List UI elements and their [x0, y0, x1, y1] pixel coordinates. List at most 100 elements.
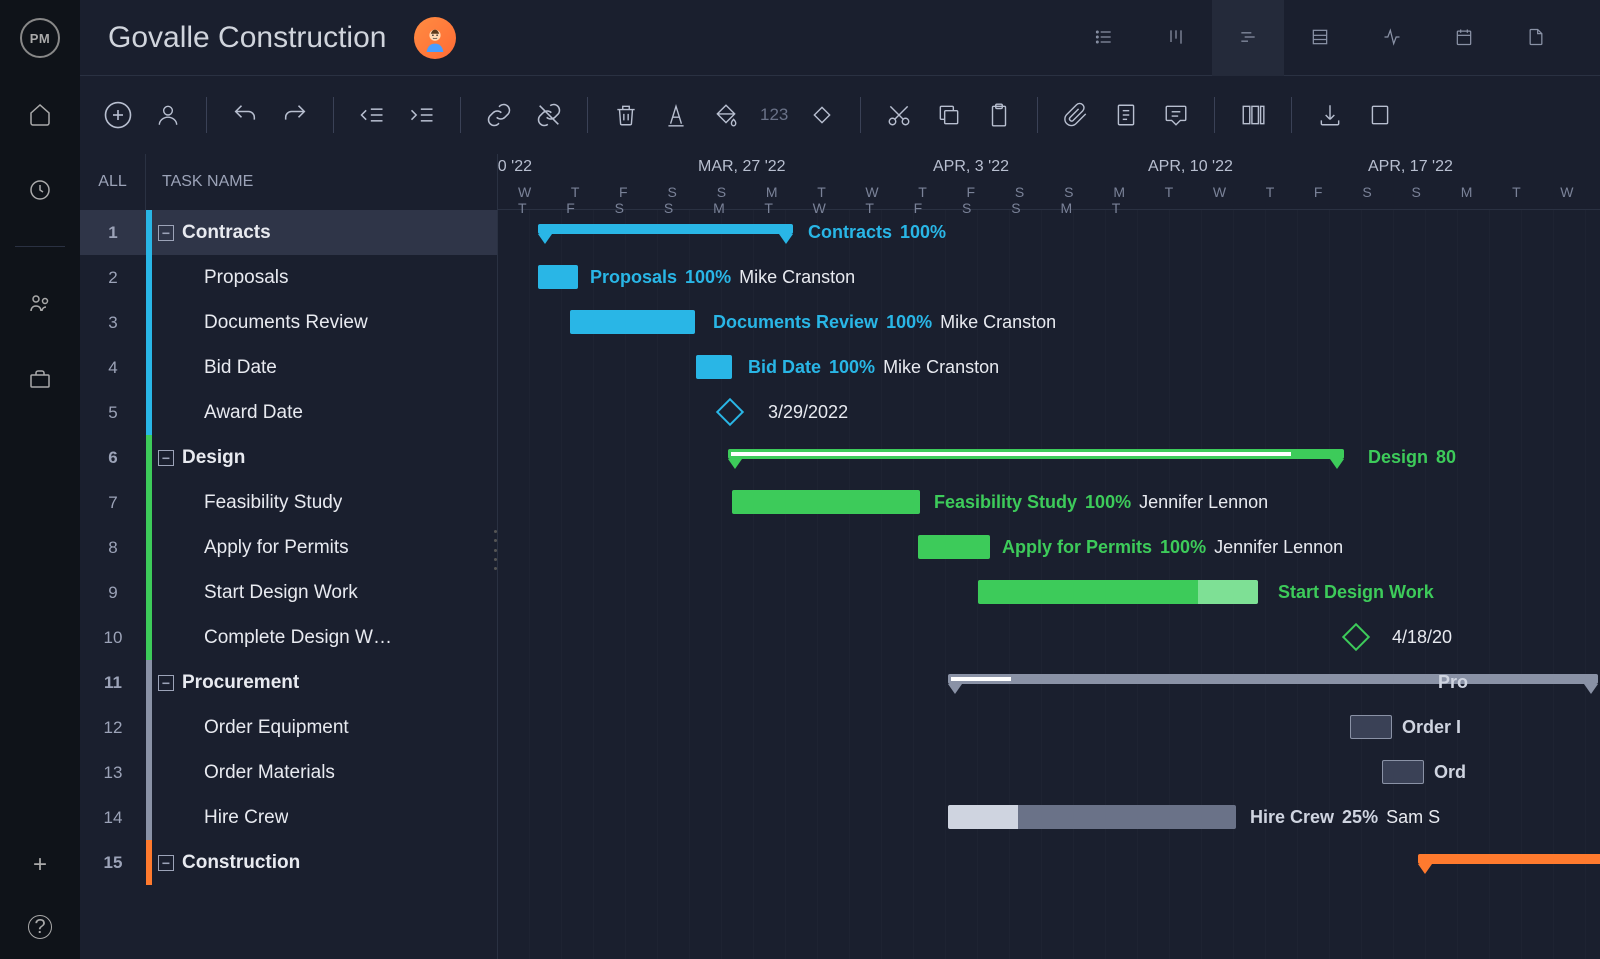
collapse-icon[interactable]: −	[158, 450, 174, 466]
task-row[interactable]: 14 Hire Crew	[80, 795, 497, 840]
indent-icon[interactable]	[406, 99, 438, 131]
task-name-column-label[interactable]: TASK NAME	[146, 173, 253, 191]
milestone-icon[interactable]	[806, 99, 838, 131]
gantt-bar[interactable]	[538, 265, 578, 289]
notes-icon[interactable]	[1110, 99, 1142, 131]
task-row[interactable]: 13 Order Materials	[80, 750, 497, 795]
export-icon[interactable]	[1364, 99, 1396, 131]
collapse-icon[interactable]: −	[158, 675, 174, 691]
row-number: 7	[80, 493, 146, 513]
gantt-bar[interactable]	[570, 310, 695, 334]
columns-icon[interactable]	[1237, 99, 1269, 131]
bar-task-name: Design	[1368, 447, 1428, 468]
gantt-bar[interactable]	[1382, 760, 1424, 784]
view-activity-icon[interactable]	[1356, 0, 1428, 76]
timeline-week-label: APR, 3 '22	[933, 158, 1009, 176]
row-number: 2	[80, 268, 146, 288]
gantt-bar[interactable]	[978, 580, 1258, 604]
bar-task-name: Proposals	[590, 267, 677, 288]
app-logo[interactable]: PM	[20, 18, 60, 58]
row-color-bar	[146, 255, 152, 300]
task-name: Design	[182, 447, 245, 469]
delete-icon[interactable]	[610, 99, 642, 131]
redo-icon[interactable]	[279, 99, 311, 131]
task-row[interactable]: 11 − Procurement	[80, 660, 497, 705]
task-row[interactable]: 15 − Construction	[80, 840, 497, 885]
gantt-chart[interactable]: , 20 '22MAR, 27 '22APR, 3 '22APR, 10 '22…	[498, 154, 1600, 959]
task-row[interactable]: 2 Proposals	[80, 255, 497, 300]
gantt-row: Order I	[498, 705, 1600, 750]
view-gantt-icon[interactable]	[1212, 0, 1284, 76]
row-color-bar	[146, 660, 152, 705]
gantt-bar[interactable]	[1418, 854, 1600, 864]
undo-icon[interactable]	[229, 99, 261, 131]
view-board-icon[interactable]	[1140, 0, 1212, 76]
view-sheet-icon[interactable]	[1284, 0, 1356, 76]
collapse-icon[interactable]: −	[158, 855, 174, 871]
outdent-icon[interactable]	[356, 99, 388, 131]
add-button[interactable]: +	[33, 851, 47, 879]
clock-icon[interactable]	[20, 170, 60, 210]
all-column-label[interactable]: ALL	[80, 154, 146, 210]
bar-task-name: Pro	[1438, 672, 1468, 693]
gantt-row: Bid Date100%Mike Cranston	[498, 345, 1600, 390]
bar-task-name: Contracts	[808, 222, 892, 243]
paste-icon[interactable]	[983, 99, 1015, 131]
fill-icon[interactable]	[710, 99, 742, 131]
row-color-bar	[146, 300, 152, 345]
text-color-icon[interactable]	[660, 99, 692, 131]
gantt-bar[interactable]	[948, 805, 1236, 829]
task-row[interactable]: 1 − Contracts	[80, 210, 497, 255]
row-number: 5	[80, 403, 146, 423]
task-row[interactable]: 3 Documents Review	[80, 300, 497, 345]
gantt-bar[interactable]	[948, 674, 1598, 684]
gantt-row: Hire Crew25%Sam S	[498, 795, 1600, 840]
task-row[interactable]: 7 Feasibility Study	[80, 480, 497, 525]
task-row[interactable]: 12 Order Equipment	[80, 705, 497, 750]
view-list-icon[interactable]	[1068, 0, 1140, 76]
row-number: 15	[80, 853, 146, 873]
attach-icon[interactable]	[1060, 99, 1092, 131]
copy-icon[interactable]	[933, 99, 965, 131]
gantt-bar[interactable]	[538, 224, 793, 234]
team-icon[interactable]	[20, 283, 60, 323]
briefcase-icon[interactable]	[20, 359, 60, 399]
view-calendar-icon[interactable]	[1428, 0, 1500, 76]
collapse-icon[interactable]: −	[158, 225, 174, 241]
task-row[interactable]: 9 Start Design Work	[80, 570, 497, 615]
task-row[interactable]: 8 Apply for Permits	[80, 525, 497, 570]
assign-icon[interactable]	[152, 99, 184, 131]
gantt-bar[interactable]	[918, 535, 990, 559]
row-color-bar	[146, 750, 152, 795]
help-icon[interactable]: ?	[28, 915, 52, 939]
task-name: Bid Date	[204, 357, 277, 379]
link-icon[interactable]	[483, 99, 515, 131]
view-tabs	[1068, 0, 1572, 76]
task-name: Start Design Work	[204, 582, 358, 604]
cut-icon[interactable]	[883, 99, 915, 131]
task-row[interactable]: 6 − Design	[80, 435, 497, 480]
task-row[interactable]: 5 Award Date	[80, 390, 497, 435]
task-row[interactable]: 10 Complete Design W…	[80, 615, 497, 660]
milestone-marker[interactable]	[1342, 623, 1370, 651]
panel-resize-handle[interactable]	[494, 530, 502, 570]
unlink-icon[interactable]	[533, 99, 565, 131]
bar-label: Bid Date100%Mike Cranston	[748, 355, 999, 379]
milestone-marker[interactable]	[716, 398, 744, 426]
view-file-icon[interactable]	[1500, 0, 1572, 76]
gantt-bar[interactable]	[728, 449, 1344, 459]
task-row[interactable]: 4 Bid Date	[80, 345, 497, 390]
gantt-bar[interactable]	[696, 355, 732, 379]
add-task-icon[interactable]	[102, 99, 134, 131]
row-color-bar	[146, 705, 152, 750]
user-avatar[interactable]	[414, 17, 456, 59]
comment-icon[interactable]	[1160, 99, 1192, 131]
import-icon[interactable]	[1314, 99, 1346, 131]
bar-progress: 25%	[1342, 807, 1378, 828]
home-icon[interactable]	[20, 94, 60, 134]
task-name: Award Date	[204, 402, 303, 424]
side-nav: PM + ?	[0, 0, 80, 959]
row-number: 4	[80, 358, 146, 378]
gantt-bar[interactable]	[732, 490, 920, 514]
gantt-bar[interactable]	[1350, 715, 1392, 739]
